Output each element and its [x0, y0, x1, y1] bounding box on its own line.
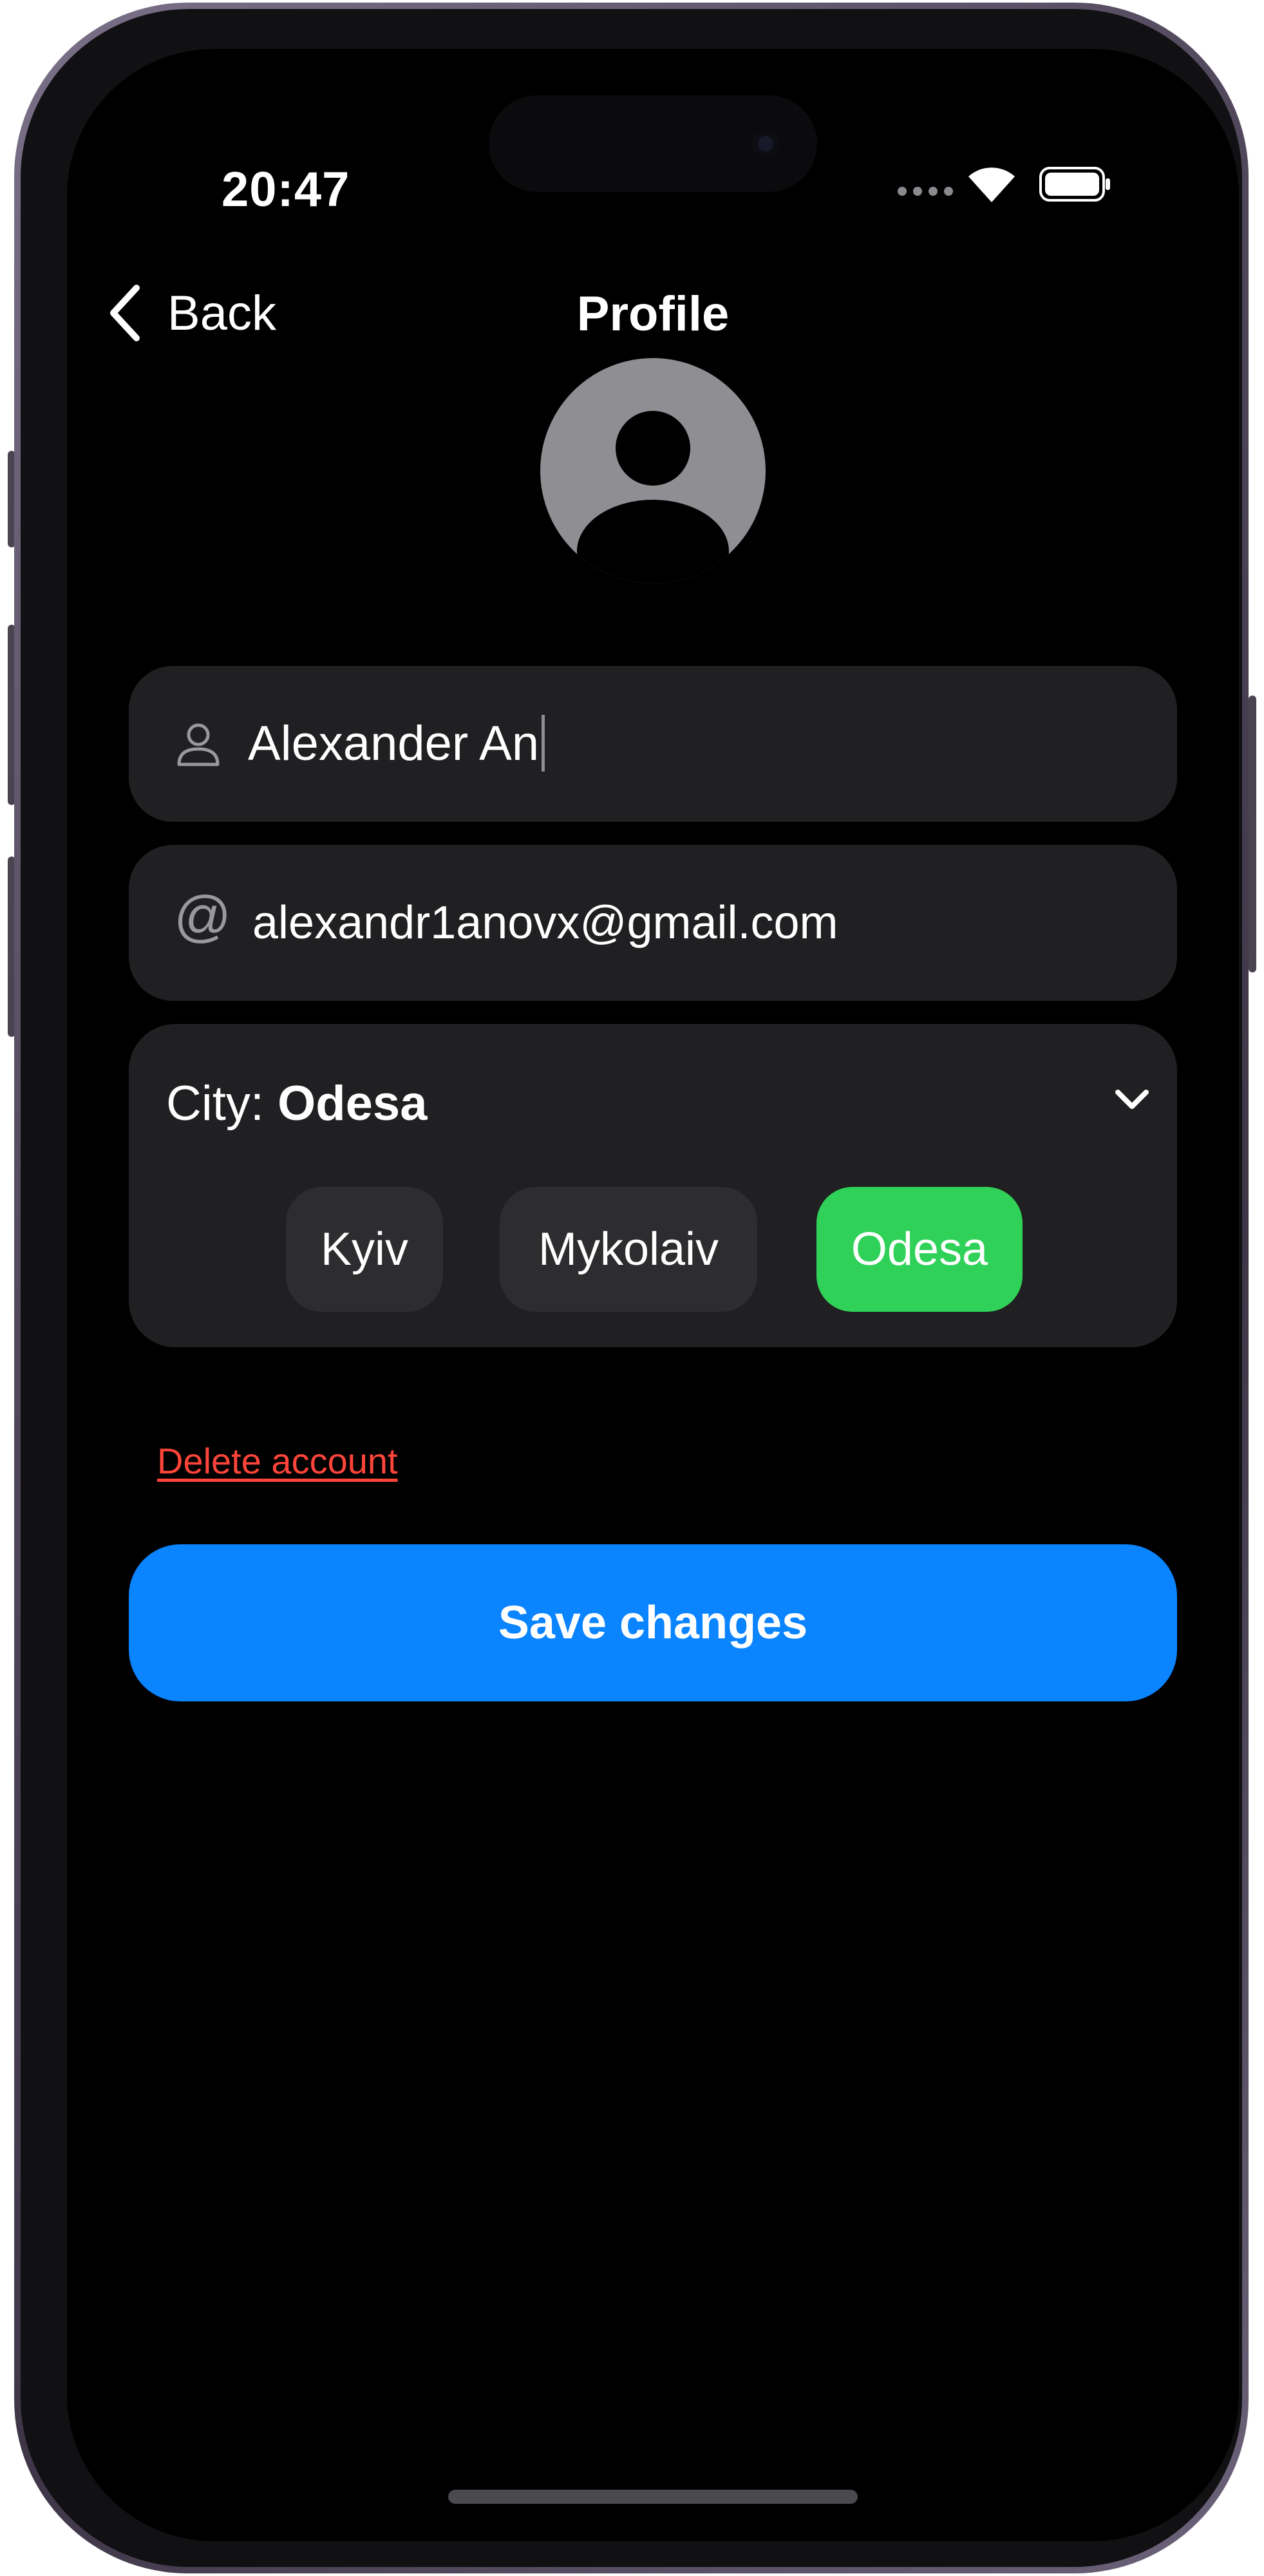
phone-bezel: 20:47 Back Profile Alexander An @ alexan… — [21, 9, 1242, 2567]
city-option-odesa[interactable]: Odesa — [816, 1187, 1023, 1312]
save-button[interactable]: Save changes — [129, 1544, 1177, 1701]
at-icon: @ — [174, 884, 232, 948]
power-button — [1249, 696, 1256, 972]
page-title: Profile — [576, 287, 730, 341]
wifi-icon — [968, 167, 1015, 202]
person-icon — [177, 723, 220, 766]
city-option-mykolaiv[interactable]: Mykolaiv — [500, 1187, 757, 1312]
signal-icon — [898, 187, 953, 196]
name-input[interactable]: Alexander An — [248, 715, 545, 772]
dynamic-island — [489, 95, 817, 192]
screen: 20:47 Back Profile Alexander An @ alexan… — [67, 49, 1239, 2541]
email-input-value[interactable]: alexandr1anovx@gmail.com — [252, 896, 838, 949]
name-field[interactable]: Alexander An — [129, 666, 1177, 822]
status-time: 20:47 — [222, 162, 350, 217]
city-selected-value: Odesa — [278, 1076, 428, 1131]
delete-account-link[interactable]: Delete account — [157, 1440, 398, 1482]
home-indicator[interactable] — [448, 2490, 858, 2504]
phone-frame: 20:47 Back Profile Alexander An @ alexan… — [14, 3, 1249, 2573]
email-field[interactable]: @ alexandr1anovx@gmail.com — [129, 845, 1177, 1001]
city-header[interactable]: City: Odesa — [166, 1075, 427, 1132]
text-caret — [542, 715, 545, 772]
front-camera-icon — [753, 131, 778, 156]
city-picker[interactable]: City: Odesa Kyiv Mykolaiv Odesa — [129, 1024, 1177, 1347]
avatar[interactable] — [540, 358, 766, 583]
city-label: City: — [166, 1076, 264, 1131]
chevron-down-icon[interactable] — [1114, 1088, 1150, 1112]
name-input-value: Alexander An — [248, 715, 540, 771]
city-option-kyiv[interactable]: Kyiv — [286, 1187, 443, 1312]
battery-icon — [1039, 167, 1110, 202]
